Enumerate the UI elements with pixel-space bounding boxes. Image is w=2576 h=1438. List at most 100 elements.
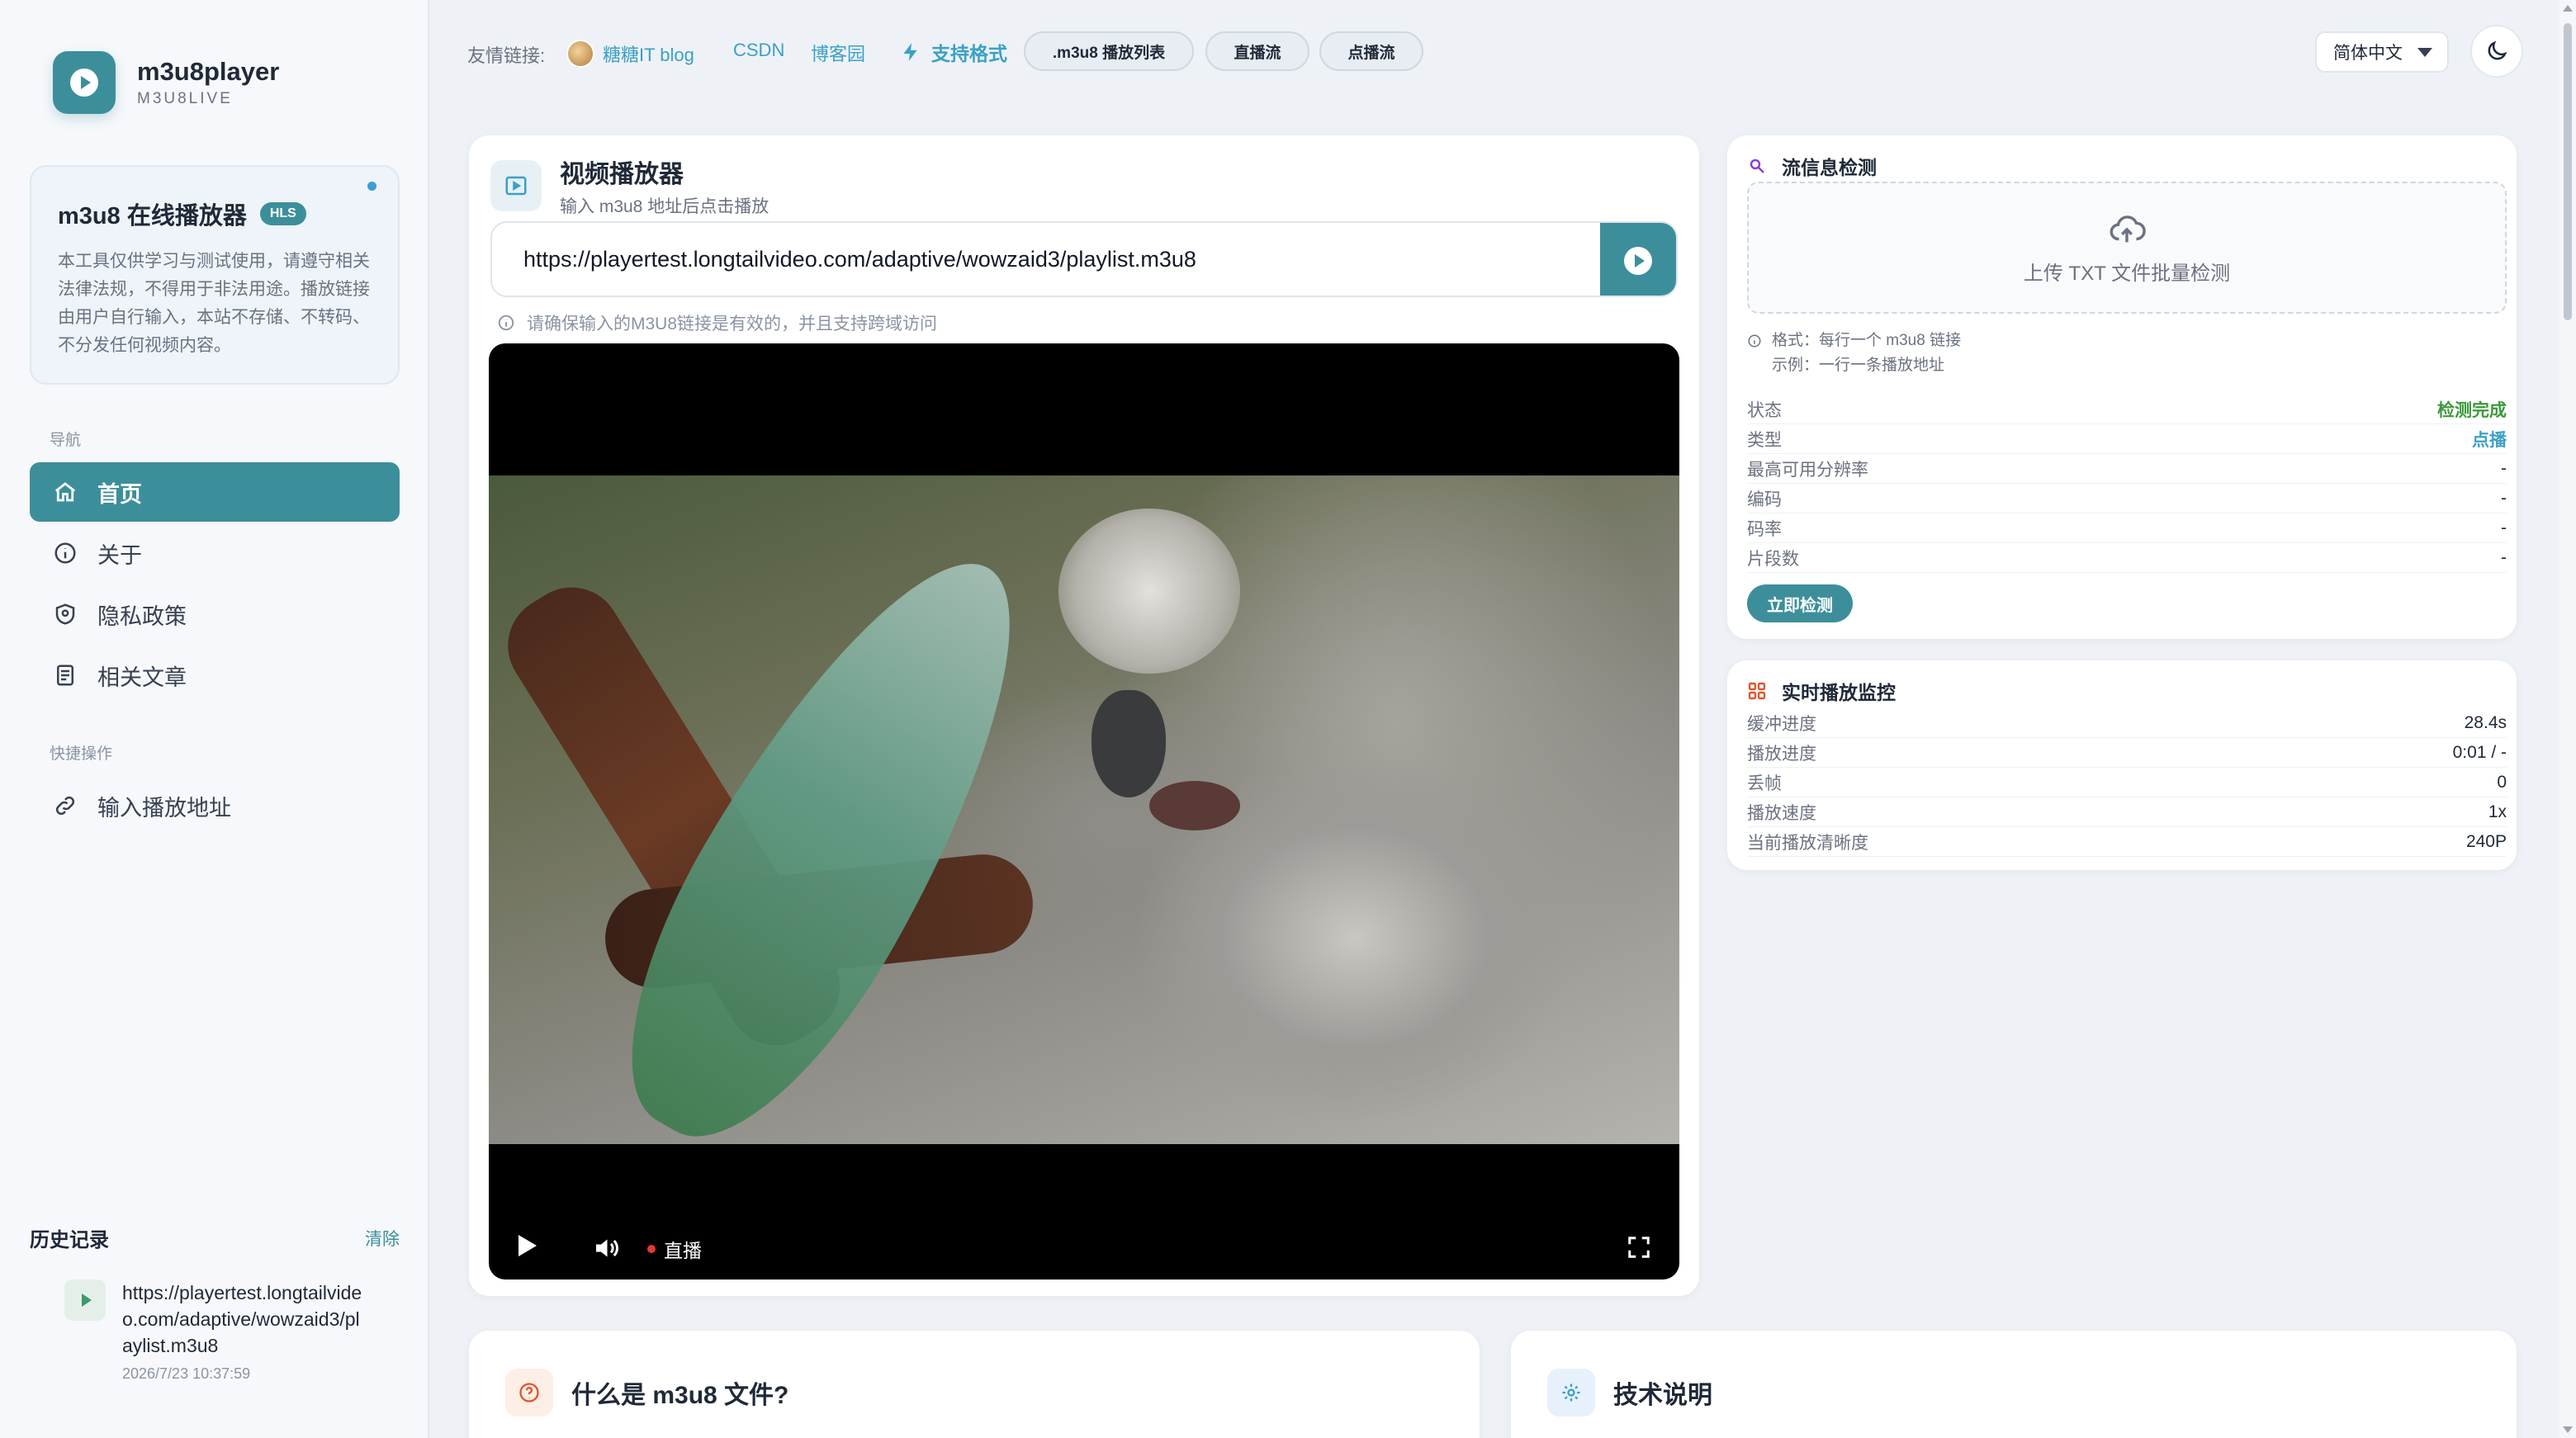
sidebar-item-privacy[interactable]: 隐私政策 xyxy=(30,584,400,644)
sidebar-item-about[interactable]: 关于 xyxy=(30,523,400,583)
info-icon xyxy=(1748,334,1761,348)
article-icon xyxy=(53,663,78,688)
video-frame xyxy=(489,475,1679,1144)
intro-description: 本工具仅供学习与测试使用，请遵守相关法律法规，不得用于非法用途。播放链接由用户自… xyxy=(58,252,370,355)
lightning-icon xyxy=(903,43,917,61)
quick-section-label: 快捷操作 xyxy=(50,745,113,763)
format-chip-live[interactable]: 直播流 xyxy=(1205,31,1309,71)
detect-row-status: 状态 检测完成 xyxy=(1747,395,2507,424)
detect-key: 最高可用分辨率 xyxy=(1747,460,1868,480)
friend-link-tangtang[interactable]: 糖糖IT blog xyxy=(566,40,694,68)
sidebar-item-label: 输入播放地址 xyxy=(97,795,231,821)
detect-value: - xyxy=(2501,547,2507,567)
sidebar-item-home[interactable]: 首页 xyxy=(30,462,400,522)
detect-key: 类型 xyxy=(1747,430,1782,450)
video-content xyxy=(1149,781,1240,830)
page-scrollbar[interactable] xyxy=(2559,0,2576,1438)
info-icon xyxy=(498,315,514,331)
intro-card: m3u8 在线播放器 HLS 本工具仅供学习与测试使用，请遵守相关法律法规，不得… xyxy=(30,165,400,385)
detect-value: - xyxy=(2501,488,2507,508)
detect-icon xyxy=(1750,158,1764,173)
friend-link-csdn[interactable]: CSDN xyxy=(733,40,784,61)
shield-icon xyxy=(53,602,78,627)
monitor-key: 播放进度 xyxy=(1747,744,1816,764)
player-subtitle: 输入 m3u8 地址后点击播放 xyxy=(560,197,769,216)
logo-play-icon xyxy=(53,51,116,114)
scroll-up-icon[interactable] xyxy=(2563,5,2573,12)
tech-notes-card: 技术说明 xyxy=(1511,1331,2517,1438)
theme-toggle-button[interactable] xyxy=(2470,25,2523,78)
language-value: 简体中文 xyxy=(2333,44,2403,63)
monitor-value: 28.4s xyxy=(2464,712,2507,732)
live-label: 直播 xyxy=(664,1240,702,1261)
friend-link-cnblogs[interactable]: 博客园 xyxy=(811,40,865,66)
supported-formats-text: 支持格式 xyxy=(931,43,1007,64)
supported-formats-label: 支持格式 xyxy=(900,38,1007,66)
play-button[interactable] xyxy=(519,1235,537,1256)
monitor-row-progress: 播放进度 0:01 / - xyxy=(1747,738,2507,768)
monitor-key: 缓冲进度 xyxy=(1747,714,1816,734)
playback-monitor-card: 实时播放监控 缓冲进度 28.4s 播放进度 0:01 / - 丢帧 0 播放速度 1x… xyxy=(1727,660,2517,870)
intro-title: m3u8 在线播放器 xyxy=(58,203,247,229)
info-icon xyxy=(53,541,78,565)
format-chip-vod[interactable]: 点播流 xyxy=(1319,31,1423,71)
video-content xyxy=(1091,690,1166,797)
upload-text: 上传 TXT 文件批量检测 xyxy=(2023,262,2231,285)
section-title: 什么是 m3u8 文件? xyxy=(571,1382,789,1409)
detect-row-segments: 片段数 - xyxy=(1747,543,2507,573)
detect-row-type: 类型 点播 xyxy=(1747,424,2507,454)
hls-badge: HLS xyxy=(259,202,306,225)
language-select[interactable]: 简体中文 xyxy=(2315,31,2449,73)
sidebar-item-articles[interactable]: 相关文章 xyxy=(30,646,400,705)
monitor-row-quality: 当前播放清晰度 240P xyxy=(1747,827,2507,857)
detect-row-codec: 编码 - xyxy=(1747,484,2507,513)
upload-txt-dropzone[interactable]: 上传 TXT 文件批量检测 xyxy=(1747,182,2507,314)
clear-history-button[interactable]: 清除 xyxy=(365,1226,400,1251)
format-chip-m3u8[interactable]: .m3u8 播放列表 xyxy=(1024,31,1194,71)
top-bar: 友情链接: 糖糖IT blog CSDN 博客园 支持格式 .m3u8 播放列表… xyxy=(429,0,2559,102)
nav-section-label: 导航 xyxy=(50,432,82,449)
status-dot xyxy=(367,182,376,191)
section-title: 技术说明 xyxy=(1613,1382,1712,1409)
video-player[interactable]: 直播 xyxy=(489,343,1679,1280)
volume-button[interactable] xyxy=(591,1233,621,1263)
detect-row-resolution: 最高可用分辨率 - xyxy=(1747,454,2507,484)
brand[interactable]: m3u8player M3U8LIVE xyxy=(53,51,279,114)
brand-subtitle: M3U8LIVE xyxy=(137,90,233,107)
detect-header: 流信息检测 xyxy=(1747,152,1877,180)
video-icon xyxy=(490,160,542,211)
monitor-value: 240P xyxy=(2465,831,2507,851)
scroll-thumb[interactable] xyxy=(2564,23,2572,320)
live-dot xyxy=(647,1245,656,1253)
detect-key: 码率 xyxy=(1747,519,1782,539)
history-header: 历史记录 清除 xyxy=(30,1223,400,1252)
detect-row-bitrate: 码率 - xyxy=(1747,513,2507,543)
monitor-row-speed: 播放速度 1x xyxy=(1747,797,2507,827)
scroll-down-icon[interactable] xyxy=(2563,1426,2573,1433)
monitor-header: 实时播放监控 xyxy=(1747,677,1896,705)
monitor-key: 播放速度 xyxy=(1747,803,1816,823)
status-badge: 检测完成 xyxy=(2437,400,2507,420)
detect-now-button[interactable]: 立即检测 xyxy=(1747,584,1853,622)
sidebar: m3u8player M3U8LIVE m3u8 在线播放器 HLS 本工具仅供… xyxy=(0,0,429,1438)
url-hint-text: 请确保输入的M3U8链接是有效的，并且支持跨域访问 xyxy=(527,315,938,333)
cloud-upload-icon xyxy=(2110,215,2146,242)
question-icon xyxy=(505,1369,553,1417)
what-is-m3u8-card: 什么是 m3u8 文件? xyxy=(469,1331,1480,1438)
url-hint: 请确保输入的M3U8链接是有效的，并且支持跨域访问 xyxy=(497,310,937,335)
sidebar-item-label: 关于 xyxy=(97,542,142,568)
sidebar-item-label: 相关文章 xyxy=(97,665,187,690)
sidebar-item-enter-url[interactable]: 输入播放地址 xyxy=(30,776,400,835)
play-url-button[interactable] xyxy=(1600,223,1676,296)
url-input[interactable] xyxy=(492,223,1600,296)
format-note: 格式：每行一个 m3u8 链接 示例：一行一条播放地址 xyxy=(1747,329,1961,378)
video-controls: 直播 xyxy=(489,1217,1679,1280)
format-note-text: 格式：每行一个 m3u8 链接 xyxy=(1772,332,1962,349)
detect-value: 点播 xyxy=(2472,430,2507,450)
chevron-down-icon xyxy=(2417,48,2432,57)
fullscreen-button[interactable] xyxy=(1627,1235,1651,1260)
stream-detect-card: 流信息检测 上传 TXT 文件批量检测 格式：每行一个 m3u8 链接 示例：一… xyxy=(1727,135,2517,639)
detect-key: 编码 xyxy=(1747,490,1782,509)
play-icon xyxy=(64,1280,106,1321)
history-item[interactable]: https://playertest.longtailvideo.com/ada… xyxy=(64,1280,395,1383)
